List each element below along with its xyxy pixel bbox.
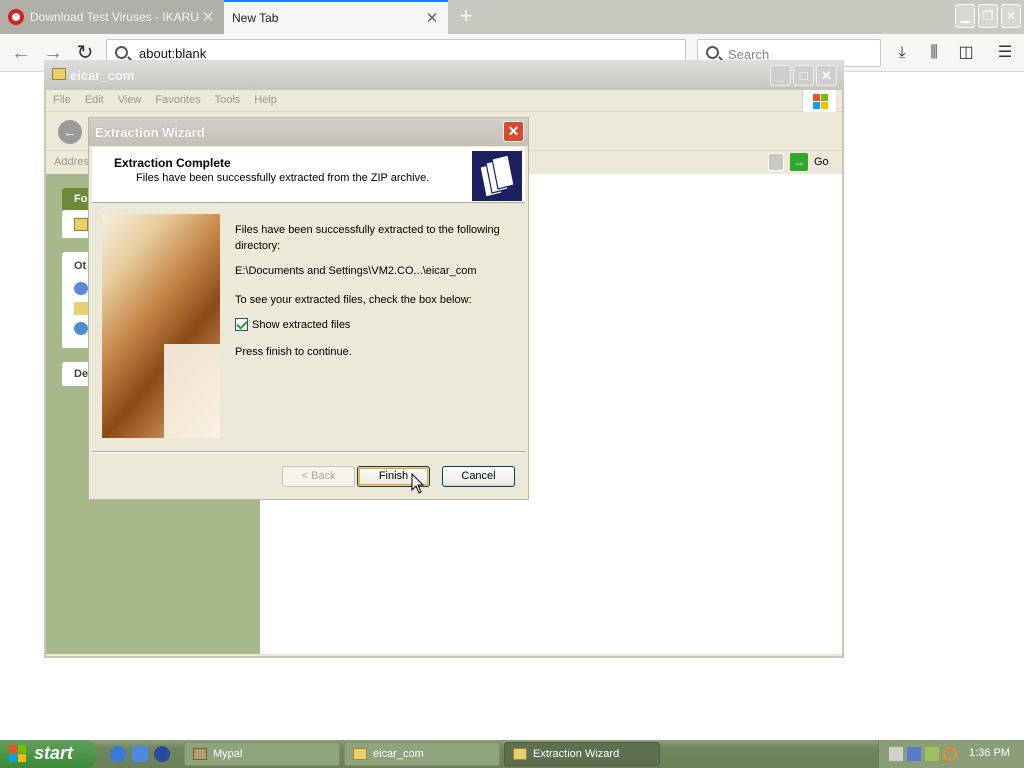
hamburger-menu-icon[interactable]: ☰ — [994, 41, 1016, 65]
go-label[interactable]: Go — [814, 156, 829, 168]
browser-tab-bar: Download Test Viruses - IKARUS S ✕ New T… — [0, 0, 1024, 34]
task-label: eicar_com — [373, 748, 424, 760]
mypal-icon — [193, 748, 207, 760]
media-player-icon[interactable] — [154, 746, 170, 762]
task-label: Mypal — [213, 748, 243, 760]
instruction-text: To see your extracted files, check the b… — [235, 294, 472, 306]
tab-download-test-viruses[interactable]: Download Test Viruses - IKARUS S ✕ — [0, 0, 224, 34]
menu-favorites[interactable]: Favorites — [148, 90, 207, 106]
system-tray: 1:36 PM — [878, 740, 1024, 768]
start-button[interactable]: start — [0, 740, 96, 768]
menu-help[interactable]: Help — [247, 90, 284, 106]
my-documents-icon[interactable] — [74, 302, 88, 315]
finish-note: Press finish to continue. — [235, 346, 352, 358]
address-dropdown-icon[interactable] — [768, 153, 784, 171]
wizard-separator — [92, 451, 525, 453]
maximize-window-button[interactable]: ❐ — [978, 4, 998, 28]
show-extracted-files-label[interactable]: Show extracted files — [252, 317, 350, 333]
task-mypal[interactable]: Mypal — [184, 742, 340, 766]
explorer-minimize-button[interactable]: _ — [770, 65, 791, 86]
wizard-title: Extraction Wizard — [95, 125, 205, 140]
cancel-button[interactable]: Cancel — [442, 466, 515, 487]
wizard-header-subtitle: Files have been successfully extracted f… — [136, 172, 430, 184]
compressed-folder-icon — [472, 151, 522, 201]
explorer-maximize-button[interactable]: □ — [793, 65, 814, 86]
new-tab-plus-icon[interactable]: + — [454, 4, 478, 28]
tab-title: New Tab — [232, 11, 279, 25]
details-header[interactable]: De — [74, 368, 88, 380]
back-button[interactable]: < Back — [282, 466, 355, 487]
go-arrow-icon[interactable]: → — [790, 153, 808, 171]
search-icon — [706, 46, 719, 59]
menu-edit[interactable]: Edit — [78, 90, 111, 106]
outlook-express-icon[interactable] — [132, 746, 148, 762]
wizard-title-bar[interactable]: Extraction Wizard ✕ — [89, 118, 528, 146]
windows-logo-icon — [9, 745, 27, 763]
url-text: about:blank — [139, 46, 207, 61]
internet-explorer-icon[interactable] — [110, 746, 126, 762]
folder-icon — [74, 218, 88, 231]
search-icon — [115, 46, 128, 59]
explorer-title-bar[interactable]: eicar_com _ □ ✕ — [44, 60, 844, 90]
sidebar-icon[interactable]: ◫ — [955, 41, 977, 65]
security-icon[interactable] — [925, 747, 939, 761]
network-icon[interactable] — [889, 747, 903, 761]
menu-tools[interactable]: Tools — [208, 90, 248, 106]
downloads-icon[interactable]: ⤓ — [891, 41, 913, 65]
back-arrow-icon[interactable]: ← — [8, 40, 34, 66]
folder-icon — [52, 68, 66, 80]
start-label: start — [34, 743, 74, 763]
tab-new-tab[interactable]: New Tab ✕ — [224, 0, 448, 34]
extraction-path: E:\Documents and Settings\VM2.CO...\eica… — [235, 265, 477, 277]
wizard-side-image — [102, 214, 220, 438]
folder-icon — [513, 748, 527, 760]
desktop-icon[interactable] — [74, 282, 88, 295]
close-window-button[interactable]: ✕ — [1001, 4, 1021, 28]
other-places-header[interactable]: Ot — [74, 260, 86, 272]
menu-file[interactable]: File — [46, 90, 78, 106]
network-connection-icon[interactable] — [907, 747, 921, 761]
tab-title: Download Test Viruses - IKARUS S — [30, 10, 200, 24]
extracted-message: Files have been successfully extracted t… — [235, 224, 500, 252]
search-tray-icon[interactable] — [943, 747, 957, 761]
tab-close-icon[interactable]: ✕ — [200, 8, 216, 26]
folder-icon — [353, 748, 367, 760]
explorer-back-icon[interactable]: ← — [58, 120, 82, 144]
task-eicar-com[interactable]: eicar_com — [344, 742, 500, 766]
menu-view[interactable]: View — [111, 90, 149, 106]
mouse-cursor-icon — [411, 473, 425, 494]
windows-flag-icon — [802, 90, 836, 112]
wizard-header-title: Extraction Complete — [114, 156, 231, 170]
explorer-title: eicar_com — [70, 68, 135, 83]
tab-close-icon[interactable]: ✕ — [424, 9, 440, 27]
clock: 1:36 PM — [969, 747, 1010, 759]
explorer-close-button[interactable]: ✕ — [816, 65, 837, 86]
wizard-header: Extraction Complete Files have been succ… — [92, 147, 525, 203]
wizard-close-button[interactable]: ✕ — [503, 121, 524, 142]
paper-illustration — [164, 344, 220, 438]
library-icon[interactable]: ⫼ — [923, 41, 945, 65]
extraction-wizard-dialog: Extraction Wizard ✕ Extraction Complete … — [88, 117, 529, 500]
show-extracted-files-checkbox[interactable] — [235, 318, 248, 331]
ikarus-favicon-icon — [8, 9, 24, 25]
task-extraction-wizard[interactable]: Extraction Wizard — [504, 742, 660, 766]
taskbar: start Mypal eicar_com Extraction Wizard … — [0, 740, 1024, 768]
network-places-icon[interactable] — [74, 322, 88, 335]
minimize-window-button[interactable]: ▁ — [955, 4, 975, 28]
task-label: Extraction Wizard — [533, 748, 620, 760]
explorer-menu-bar: File Edit View Favorites Tools Help — [46, 90, 842, 112]
